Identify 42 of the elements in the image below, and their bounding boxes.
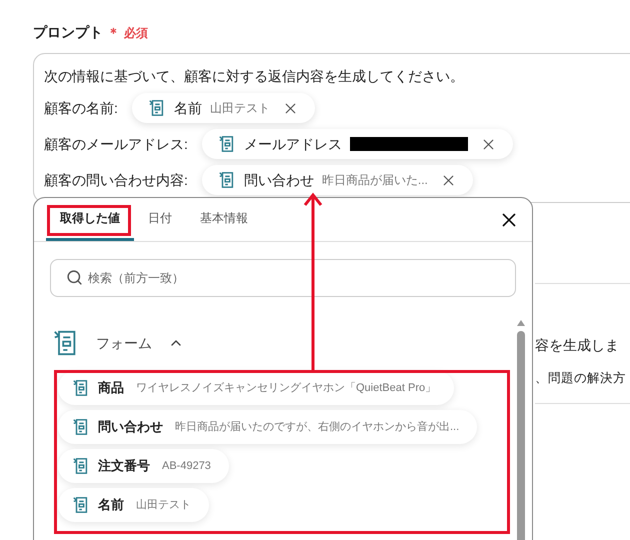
section-title: フォーム <box>96 334 152 352</box>
chip-name: 名前 <box>174 98 202 118</box>
form-icon <box>218 171 236 189</box>
variable-chip[interactable]: メールアドレス <box>202 129 513 159</box>
item-name: 名前 <box>98 496 124 514</box>
variable-item[interactable]: 問い合わせ 昨日商品が届いたのですが、右側のイヤホンから音が出... <box>58 410 478 444</box>
search-field[interactable]: 検索（前方一致） <box>50 259 516 297</box>
required-asterisk: ＊ <box>107 24 120 42</box>
item-value: 昨日商品が届いたのですが、右側のイヤホンから音が出... <box>175 420 460 435</box>
form-icon <box>72 418 90 436</box>
prompt-line-label: 顧客の名前: <box>44 98 118 118</box>
variable-item[interactable]: 注文番号 AB-49273 <box>58 449 229 483</box>
item-name: 問い合わせ <box>98 418 163 436</box>
field-label: プロンプト <box>33 23 103 42</box>
item-value: ワイヤレスノイズキャンセリングイヤホン「QuietBeat Pro」 <box>136 380 436 396</box>
chip-value: 昨日商品が届いた... <box>322 172 428 189</box>
form-icon <box>218 135 236 153</box>
scroll-up-icon[interactable] <box>516 319 526 327</box>
chip-name: メールアドレス <box>244 134 342 154</box>
variable-item[interactable]: 名前 山田テスト <box>58 488 209 522</box>
form-icon <box>72 496 90 514</box>
variable-chip[interactable]: 名前 山田テスト <box>132 93 315 123</box>
variable-item[interactable]: 商品 ワイヤレスノイズキャンセリングイヤホン「QuietBeat Pro」 <box>58 371 454 405</box>
variable-chip[interactable]: 問い合わせ 昨日商品が届いた... <box>202 165 473 195</box>
chip-name: 問い合わせ <box>244 170 314 190</box>
prompt-line-label: 顧客のメールアドレス: <box>44 134 188 154</box>
search-icon <box>66 269 83 286</box>
form-icon <box>72 457 90 475</box>
item-name: 商品 <box>98 379 124 398</box>
item-value: AB-49273 <box>162 458 211 474</box>
item-value: 山田テスト <box>136 498 191 513</box>
chip-value: 山田テスト <box>210 100 270 117</box>
background-text: 、問題の解決方 <box>535 370 627 387</box>
item-name: 注文番号 <box>98 457 150 476</box>
section-header[interactable]: フォーム <box>52 327 516 359</box>
prompt-intro: 次の情報に基づいて、顧客に対する返信内容を生成してください。 <box>44 67 465 86</box>
form-icon <box>148 99 166 117</box>
tab[interactable]: 取得した値 <box>46 197 134 241</box>
background-text: 容を生成しま <box>535 336 620 355</box>
form-icon <box>72 379 90 397</box>
prompt-line-label: 顧客の問い合わせ内容: <box>44 170 188 190</box>
required-label: 必須 <box>124 24 148 42</box>
